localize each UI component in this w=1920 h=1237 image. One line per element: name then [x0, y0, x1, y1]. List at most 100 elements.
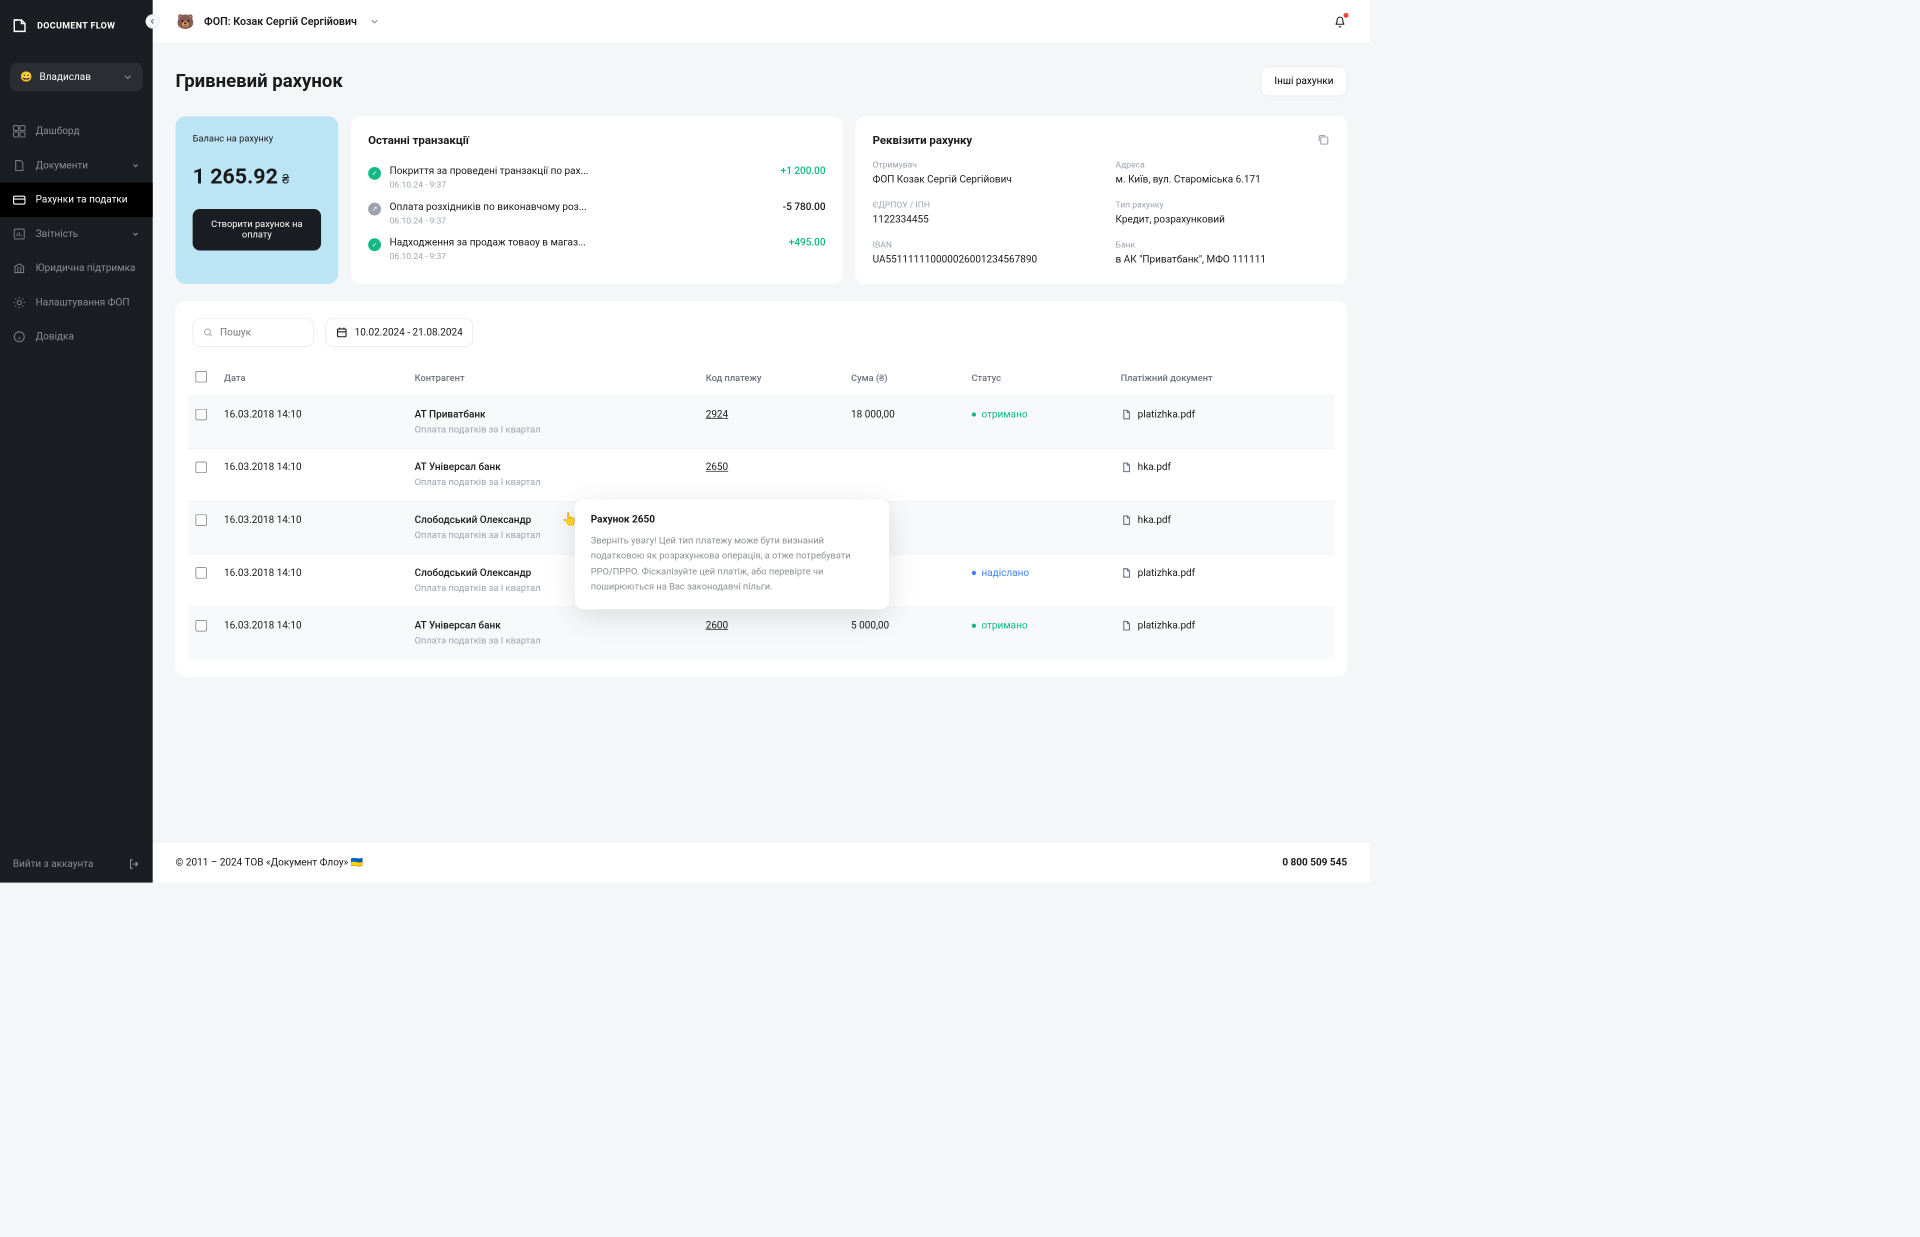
th-counterparty: Контрагент	[408, 361, 699, 396]
details-grid: Отримувач ФОП Козак Сергій Сергійович Ад…	[873, 160, 1330, 266]
search-box[interactable]	[193, 318, 314, 347]
date-range-select[interactable]: 10.02.2024 - 21.08.2024	[325, 318, 473, 347]
cell-counterparty: АТ Приватбанк Оплата податків за І кварт…	[408, 396, 699, 449]
transaction-time: 06.10.24 - 9:37	[390, 251, 781, 261]
brand-name: DOCUMENT FLOW	[37, 20, 115, 31]
sidebar-item-legal[interactable]: Юридична підтримка	[0, 251, 153, 285]
transaction-row[interactable]: ✓ Покриття за проведені транзакції по ра…	[368, 160, 825, 196]
user-select[interactable]: 😀 Владислав	[10, 63, 143, 92]
document-link[interactable]: hka.pdf	[1121, 462, 1328, 473]
gear-icon	[13, 296, 26, 309]
user-name: Владислав	[40, 71, 116, 82]
detail-value: в АК "Приватбанк", МФО 111111	[1116, 254, 1330, 265]
nav: Дашборд Документи Рахунки та податки Зві…	[0, 108, 153, 845]
file-icon	[1121, 409, 1132, 420]
sidebar-item-dashboard[interactable]: Дашборд	[0, 114, 153, 148]
file-icon	[1121, 567, 1132, 578]
cell-status: отримано	[964, 396, 1113, 449]
transactions-card: Останні транзакції ✓ Покриття за проведе…	[351, 116, 843, 284]
document-name: hka.pdf	[1138, 462, 1171, 473]
cell-date: 16.03.2018 14:10	[217, 554, 408, 607]
row-checkbox[interactable]	[195, 514, 206, 525]
user-avatar-emoji: 😀	[20, 71, 32, 82]
status-badge: надіслано	[971, 567, 1029, 578]
sidebar-item-settings[interactable]: Налаштування ФОП	[0, 285, 153, 319]
arrow-icon: ↗	[368, 203, 381, 216]
sidebar-item-label: Документи	[36, 160, 88, 171]
cell-date: 16.03.2018 14:10	[217, 448, 408, 501]
sidebar-collapse-button[interactable]	[146, 14, 160, 28]
detail-code: ЄДРПОУ / ІПН 1122334455	[873, 200, 1087, 226]
cell-amount: 5 000,00	[844, 607, 964, 659]
bank-icon	[13, 262, 26, 275]
file-icon	[1121, 514, 1132, 525]
logout-label: Вийти з аккаунта	[13, 858, 94, 869]
notifications-button[interactable]	[1333, 14, 1347, 28]
table-card: 10.02.2024 - 21.08.2024 Дата Контрагент …	[176, 301, 1348, 676]
detail-recipient: Отримувач ФОП Козак Сергій Сергійович	[873, 160, 1087, 186]
table-row[interactable]: 16.03.2018 14:10 АТ Універсал банк Оплат…	[188, 448, 1334, 501]
transaction-body: Покриття за проведені транзакції по рах.…	[390, 166, 773, 190]
document-link[interactable]: hka.pdf	[1121, 514, 1328, 525]
logout-button[interactable]: Вийти з аккаунта	[0, 845, 153, 882]
sidebar-item-help[interactable]: Довідка	[0, 320, 153, 354]
transaction-amount: +495.00	[789, 237, 826, 248]
transaction-body: Надходження за продаж товаоу в магаз... …	[390, 237, 781, 261]
balance-amount: 1 265.92 ₴	[193, 164, 321, 189]
popup-body: Зверніть увагу! Цей тип платежу може бут…	[591, 534, 874, 595]
document-link[interactable]: platizhka.pdf	[1121, 409, 1328, 420]
cell-status	[964, 501, 1113, 554]
calendar-icon	[336, 327, 347, 338]
reports-icon	[13, 228, 26, 241]
document-link[interactable]: platizhka.pdf	[1121, 620, 1328, 631]
cell-date: 16.03.2018 14:10	[217, 607, 408, 659]
detail-iban: IBAN UA551111110000026001234567890	[873, 240, 1087, 266]
row-checkbox[interactable]	[195, 567, 206, 578]
sidebar: DOCUMENT FLOW 😀 Владислав Дашборд Докуме…	[0, 0, 153, 883]
row-checkbox[interactable]	[195, 462, 206, 473]
transaction-title: Покриття за проведені транзакції по рах.…	[390, 166, 773, 177]
details-title: Реквізити рахунку	[873, 133, 1330, 147]
footer: © 2011 – 2024 ТОВ «Документ Флоу» 🇺🇦 0 8…	[153, 842, 1370, 883]
documents-icon	[13, 159, 26, 172]
transaction-row[interactable]: ✓ Надходження за продаж товаоу в магаз..…	[368, 231, 825, 267]
sidebar-item-documents[interactable]: Документи	[0, 148, 153, 182]
transaction-time: 06.10.24 - 9:37	[390, 180, 773, 190]
table-row[interactable]: 16.03.2018 14:10 АТ Приватбанк Оплата по…	[188, 396, 1334, 449]
transaction-title: Надходження за продаж товаоу в магаз...	[390, 237, 781, 248]
detail-value: ФОП Козак Сергій Сергійович	[873, 174, 1087, 185]
select-all-checkbox[interactable]	[195, 371, 206, 382]
document-name: platizhka.pdf	[1138, 409, 1195, 420]
notification-dot	[1344, 13, 1349, 18]
transaction-row[interactable]: ↗ Оплата розхідників по виконавчому роз.…	[368, 195, 825, 231]
other-accounts-button[interactable]: Інші рахунки	[1261, 66, 1347, 96]
credit-card-icon	[13, 193, 26, 206]
cell-date: 16.03.2018 14:10	[217, 501, 408, 554]
workspace-title: ФОП: Козак Сергій Сергійович	[204, 15, 357, 28]
balance-card: Баланс на рахунку 1 265.92 ₴ Створити ра…	[176, 116, 339, 284]
transaction-amount: -5 780.00	[783, 201, 826, 212]
payment-code-link[interactable]: 2650	[706, 462, 728, 473]
detail-value: UA551111110000026001234567890	[873, 254, 1087, 265]
document-link[interactable]: platizhka.pdf	[1121, 567, 1328, 578]
payment-code-link[interactable]: 2924	[706, 409, 728, 420]
payment-code-link[interactable]: 2600	[706, 620, 728, 631]
sidebar-item-accounts[interactable]: Рахунки та податки	[0, 183, 153, 217]
copy-icon	[1317, 133, 1330, 146]
balance-currency: ₴	[282, 172, 289, 187]
th-amount: Сума (₴)	[844, 361, 964, 396]
cell-date: 16.03.2018 14:10	[217, 396, 408, 449]
check-icon: ✓	[368, 167, 381, 180]
chevron-down-icon	[131, 161, 140, 170]
table-row[interactable]: 16.03.2018 14:10 АТ Універсал банк Оплат…	[188, 607, 1334, 659]
row-checkbox[interactable]	[195, 409, 206, 420]
cell-status: надіслано	[964, 554, 1113, 607]
search-input[interactable]	[220, 327, 303, 338]
copy-details-button[interactable]	[1317, 133, 1330, 146]
detail-label: IBAN	[873, 240, 1087, 250]
create-invoice-button[interactable]: Створити рахунок на оплату	[193, 209, 321, 250]
sidebar-item-reports[interactable]: Звітність	[0, 217, 153, 251]
status-badge: отримано	[971, 409, 1027, 420]
row-checkbox[interactable]	[195, 620, 206, 631]
workspace-select[interactable]: 🐻 ФОП: Козак Сергій Сергійович	[176, 11, 380, 31]
